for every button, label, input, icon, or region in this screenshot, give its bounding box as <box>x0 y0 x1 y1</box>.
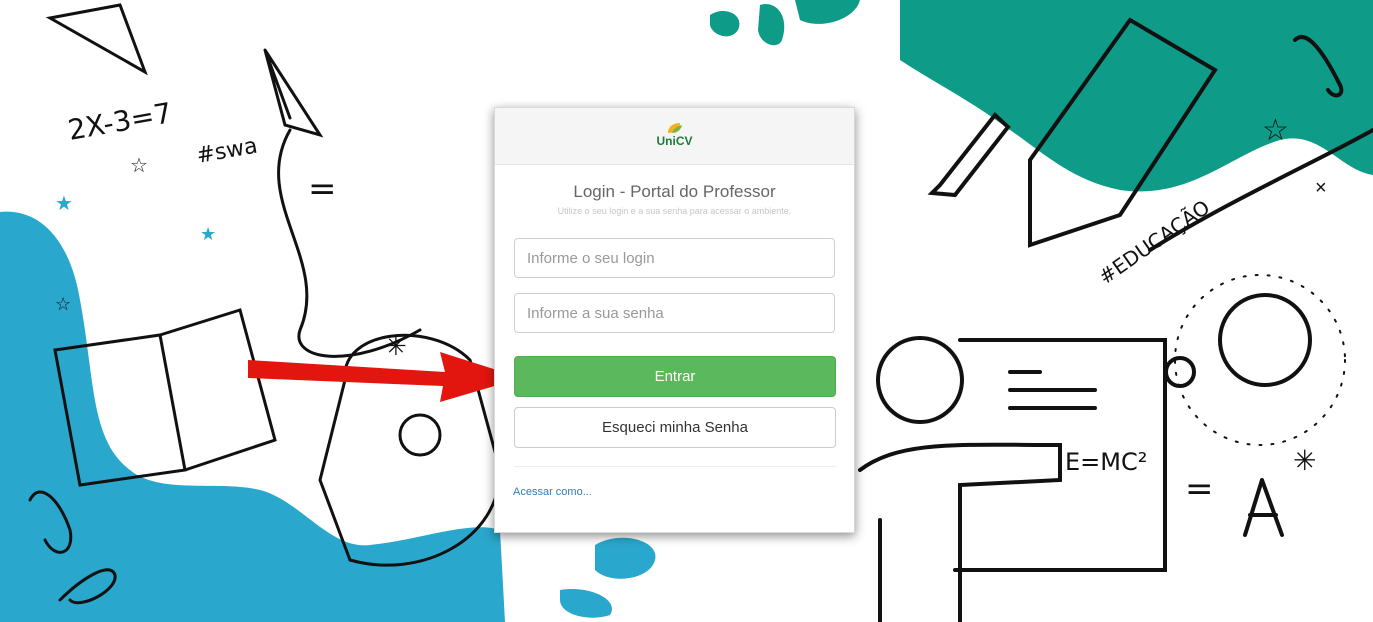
star-doodle: ☆ <box>1262 114 1289 147</box>
hashtag-educacao: #EDUCAÇÃO <box>1094 195 1214 289</box>
forgot-password-button[interactable]: Esqueci minha Senha <box>514 407 836 448</box>
equation-doodle: 2X-3=7 <box>65 96 174 147</box>
ruler-doodle <box>45 3 148 76</box>
unicv-logo: UniCV <box>657 122 693 151</box>
divider <box>514 466 836 467</box>
star-doodle: ☆ <box>130 155 148 177</box>
cross-doodle: × <box>1315 177 1327 199</box>
star-doodle: ★ <box>200 224 216 244</box>
login-panel: UniCV Login - Portal do Professor Utiliz… <box>494 107 855 533</box>
teacher-head <box>876 336 964 424</box>
logo-text: UniCV <box>656 133 693 148</box>
right-teal-blob <box>900 0 1373 192</box>
equals-doodle: = <box>1185 469 1214 509</box>
compass-doodle <box>1243 478 1284 537</box>
star-doodle: ☆ <box>55 294 71 314</box>
access-as-link[interactable]: Acessar como... <box>513 486 592 498</box>
backpack-badge <box>398 413 442 457</box>
planet-doodle <box>1218 293 1312 387</box>
orbit-ring <box>1174 274 1346 446</box>
equation-emc2: E=MC² <box>1065 448 1147 476</box>
sparkle-doodle: ✳ <box>385 331 407 361</box>
hashtag-doodle: #swa <box>195 134 260 169</box>
login-title: Login - Portal do Professor <box>573 182 776 201</box>
sparkle-doodle: ✳ <box>1293 445 1316 476</box>
paper-plane-doodle <box>263 48 324 138</box>
equals-doodle: = <box>308 169 337 209</box>
leaf-icon <box>667 122 682 133</box>
teal-drops <box>795 0 860 24</box>
logo-tagline <box>674 147 675 151</box>
teacher-body <box>858 442 1062 622</box>
login-header: UniCV <box>495 108 854 165</box>
login-input[interactable] <box>514 238 835 278</box>
login-subtitle: Utilize o seu login e a sua senha para a… <box>557 206 792 216</box>
password-input[interactable] <box>514 293 835 333</box>
splash <box>560 589 612 618</box>
star-doodle: ★ <box>55 193 73 215</box>
whiteboard-lines <box>1008 370 1097 410</box>
splash <box>595 537 656 579</box>
small-planet <box>1164 356 1196 388</box>
pencil-doodle <box>927 112 1011 198</box>
teal-drops <box>758 4 785 46</box>
teal-drops <box>710 10 740 37</box>
string-curve <box>277 128 422 358</box>
login-submit-button[interactable]: Entrar <box>514 356 836 397</box>
